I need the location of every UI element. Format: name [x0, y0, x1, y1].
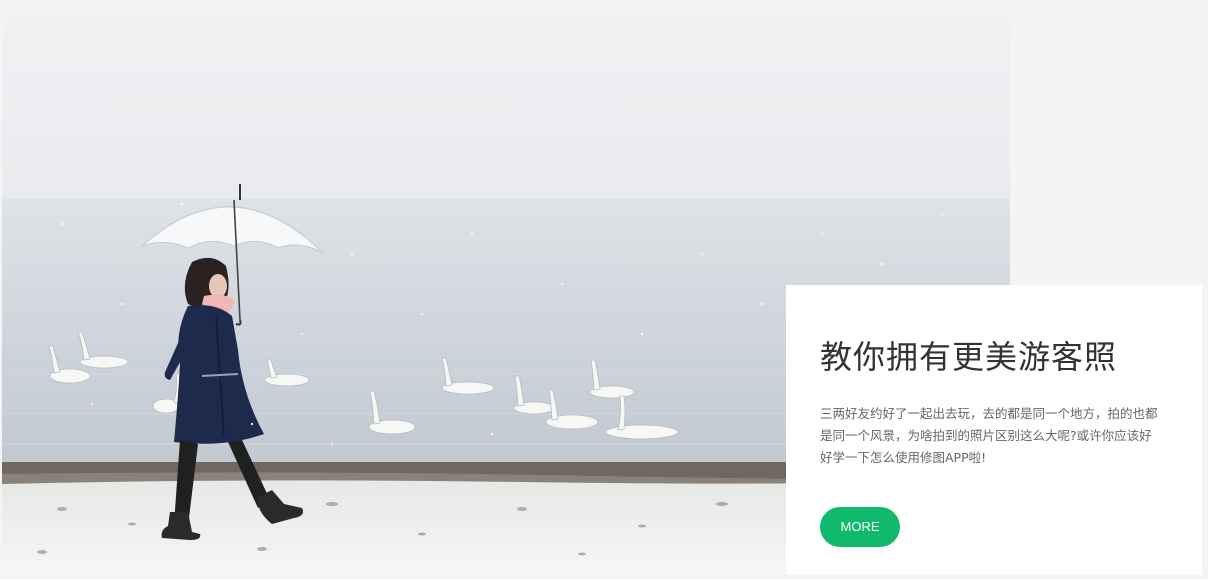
article-description: 三两好友约好了一起出去玩，去的都是同一个地方，拍的也都是同一个风景，为啥拍到的照…: [820, 406, 1158, 465]
article-card: 教你拥有更美游客照 三两好友约好了一起出去玩，去的都是同一个地方，拍的也都是同一…: [786, 285, 1202, 575]
article-title: 教你拥有更美游客照: [820, 338, 1118, 376]
banner-section: 教你拥有更美游客照 三两好友约好了一起出去玩，去的都是同一个地方，拍的也都是同一…: [0, 0, 1208, 579]
more-button[interactable]: MORE: [820, 507, 900, 547]
